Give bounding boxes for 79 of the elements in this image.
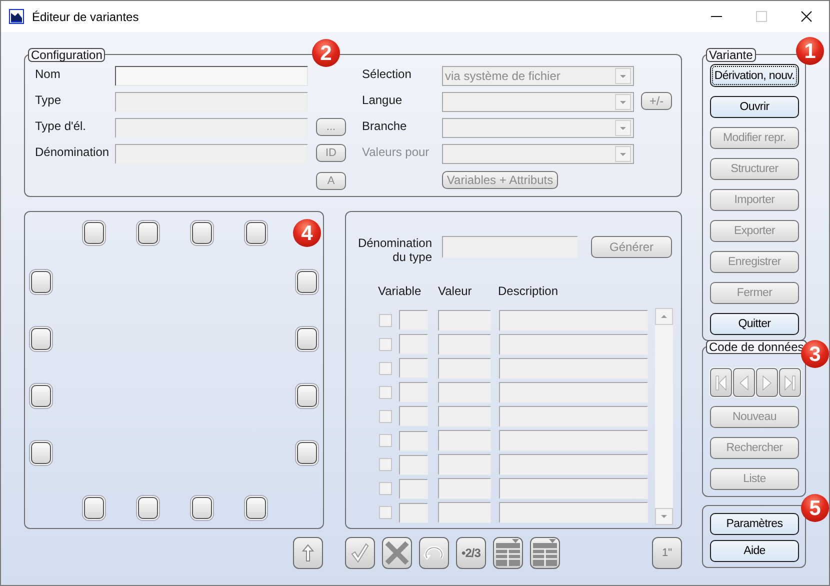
checkbox[interactable] — [379, 410, 392, 423]
action-button[interactable]: Dérivation, nouv. — [710, 64, 799, 87]
field-label: Dénomination — [35, 144, 110, 159]
checkmark-icon — [351, 543, 369, 563]
close-icon — [801, 11, 812, 22]
scrollbar[interactable] — [655, 308, 673, 525]
slot-button[interactable] — [31, 442, 51, 464]
dropdown[interactable]: via système de fichier — [442, 66, 634, 86]
app-icon — [9, 9, 24, 24]
previous-icon — [739, 374, 749, 390]
slot-button[interactable] — [31, 385, 51, 407]
input-field[interactable] — [115, 66, 308, 86]
field-label: Type — [35, 92, 62, 107]
toolbar-button[interactable]: 1" — [652, 537, 682, 569]
dropdown[interactable] — [442, 118, 634, 138]
cross-icon — [385, 541, 409, 565]
next-icon — [762, 374, 772, 390]
slot-button[interactable] — [297, 442, 317, 464]
action-button[interactable]: Quitter — [710, 313, 799, 335]
dropdown[interactable] — [442, 92, 634, 112]
table-icon — [495, 539, 521, 567]
number-badge: 1 — [796, 37, 824, 65]
skip-first-icon — [715, 374, 727, 390]
field-label: Sélection — [362, 66, 412, 81]
slot-button[interactable] — [246, 497, 266, 519]
field-label: Branche — [362, 118, 408, 133]
slot-button[interactable] — [31, 271, 51, 293]
action-button[interactable]: Ouvrir — [710, 96, 799, 118]
dropdown[interactable] — [442, 144, 634, 164]
window-title: Éditeur de variantes — [32, 10, 139, 24]
slot-button[interactable] — [246, 222, 266, 244]
group-title: Configuration — [28, 48, 106, 62]
toolbar-button[interactable] — [530, 537, 560, 569]
checkbox[interactable] — [379, 362, 392, 375]
number-badge: 2 — [312, 39, 340, 67]
toolbar-button[interactable] — [382, 537, 412, 569]
column-header: Valeur — [438, 284, 473, 300]
action-button[interactable]: Paramètres — [710, 513, 799, 535]
field-label: Dénomination du type — [356, 236, 432, 264]
checkbox[interactable] — [379, 386, 392, 399]
field-label: Nom — [35, 66, 62, 81]
table-icon — [532, 539, 558, 567]
arrow-up-icon — [302, 544, 314, 562]
slot-button[interactable] — [138, 222, 158, 244]
action-button[interactable]: Aide — [710, 540, 799, 562]
group-title: Code de données — [706, 340, 807, 354]
toolbar-button[interactable] — [419, 537, 449, 569]
toolbar-button[interactable] — [493, 537, 523, 569]
slot-button[interactable] — [192, 222, 212, 244]
checkbox[interactable] — [379, 338, 392, 351]
slot-button[interactable] — [297, 328, 317, 350]
slot-button[interactable] — [84, 497, 104, 519]
slot-button[interactable] — [138, 497, 158, 519]
scroll-down-icon — [655, 508, 673, 525]
group-title: Variante — [706, 48, 756, 62]
toolbar-button[interactable] — [345, 537, 375, 569]
undo-icon — [422, 544, 446, 562]
number-badge: 5 — [801, 494, 829, 522]
slot-button[interactable] — [84, 222, 104, 244]
field-label: Type d'él. — [35, 118, 87, 133]
checkbox[interactable] — [379, 434, 392, 448]
checkbox[interactable] — [379, 314, 392, 327]
field-label: Langue — [362, 92, 404, 107]
toolbar-button[interactable] — [293, 537, 323, 569]
column-header: Description — [498, 284, 558, 300]
skip-last-icon — [784, 374, 796, 390]
slot-button[interactable] — [297, 385, 317, 407]
slot-button[interactable] — [31, 328, 51, 350]
scroll-up-icon — [655, 308, 673, 325]
number-badge: 4 — [293, 219, 321, 247]
checkbox[interactable] — [379, 482, 392, 496]
field-label: Valeurs pour — [362, 144, 430, 159]
slot-button[interactable] — [192, 497, 212, 519]
toolbar-button[interactable]: •2/3 — [456, 537, 486, 569]
checkbox[interactable] — [379, 458, 392, 472]
maximize-icon — [756, 11, 767, 22]
column-header: Variable — [378, 284, 422, 300]
checkbox[interactable] — [379, 506, 392, 520]
slot-button[interactable] — [297, 271, 317, 293]
